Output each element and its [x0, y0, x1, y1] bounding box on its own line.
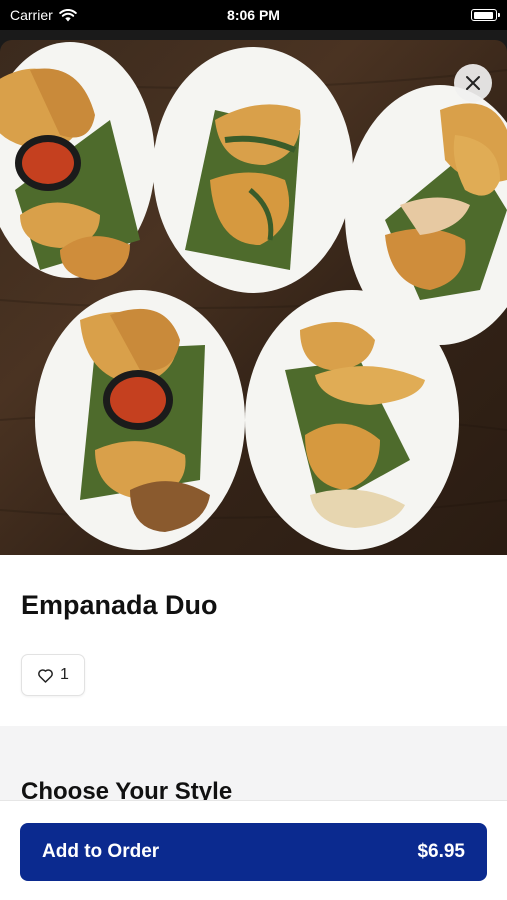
hero-image	[0, 40, 507, 555]
item-detail-screen: Carrier 8:06 PM Empanada Duo 1 Choose Yo…	[0, 0, 507, 900]
plate-top-left	[0, 42, 155, 280]
status-bar: Carrier 8:06 PM	[0, 0, 507, 30]
plate-bottom-right	[245, 290, 459, 550]
close-icon	[466, 76, 480, 90]
add-to-order-label: Add to Order	[42, 841, 160, 862]
order-price: $6.95	[417, 841, 465, 862]
carrier-label: Carrier	[10, 7, 53, 23]
heart-outline-icon	[38, 668, 53, 683]
status-time: 8:06 PM	[227, 7, 280, 23]
like-button[interactable]: 1	[21, 654, 85, 696]
bottom-bar: Add to Order $6.95	[0, 800, 507, 900]
add-to-order-button[interactable]: Add to Order $6.95	[20, 823, 487, 881]
item-title: Empanada Duo	[21, 590, 218, 620]
plate-top-center	[153, 47, 353, 293]
close-button[interactable]	[454, 64, 492, 102]
plate-bottom-left	[35, 290, 245, 550]
hero-illustration	[0, 42, 507, 550]
like-count: 1	[60, 666, 69, 683]
status-left: Carrier	[10, 7, 77, 23]
wifi-icon	[58, 8, 77, 21]
battery-icon	[471, 9, 500, 21]
battery-fill	[473, 11, 494, 19]
